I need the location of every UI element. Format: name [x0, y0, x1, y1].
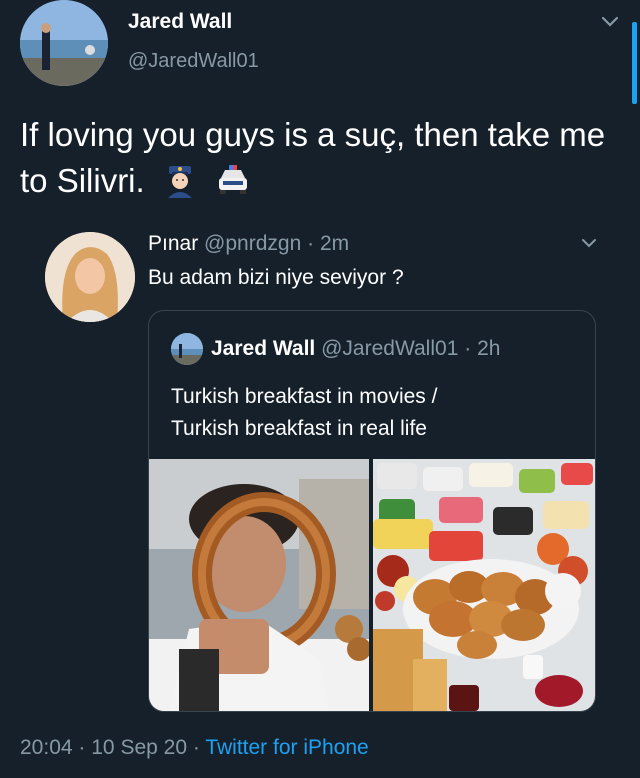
tweet-metadata: 20:04 · 10 Sep 20 · Twitter for iPhone — [20, 736, 369, 760]
tweet-time[interactable]: 20:04 — [20, 736, 73, 759]
quoted-text-line-1: Turkish breakfast in movies / — [171, 385, 438, 408]
separator-dot: · — [464, 337, 472, 360]
quoted-text-line-2: Turkish breakfast in real life — [171, 417, 427, 440]
quoted-tweet-card[interactable]: Jared Wall @JaredWall01 · 2h Turkish bre… — [148, 310, 596, 712]
chevron-down-icon[interactable] — [598, 10, 622, 34]
separator-dot: · — [192, 736, 200, 759]
chevron-down-icon[interactable] — [578, 232, 600, 254]
reply-time[interactable]: 2m — [320, 232, 349, 255]
author-avatar[interactable] — [20, 0, 108, 86]
separator-dot: · — [78, 736, 86, 759]
quoted-text: Turkish breakfast in movies / Turkish br… — [171, 381, 581, 445]
author-handle[interactable]: @JaredWall01 — [128, 50, 259, 73]
author-name[interactable]: Jared Wall — [128, 10, 232, 34]
separator-dot: · — [307, 232, 315, 255]
reply-avatar[interactable] — [45, 232, 135, 322]
quoted-author-handle[interactable]: @JaredWall01 — [321, 337, 458, 360]
photo-turkish-breakfast[interactable] — [373, 459, 595, 711]
reply-author-handle[interactable]: @pnrdzgn — [204, 232, 301, 255]
scrollbar[interactable] — [632, 22, 637, 104]
quoted-author-avatar[interactable] — [171, 333, 203, 365]
police-car-icon — [215, 162, 251, 198]
tweet-text-content: If loving you guys is a suç, then take m… — [20, 116, 606, 199]
police-officer-icon — [162, 162, 198, 198]
reply-text: Bu adam bizi niye seviyor ? — [148, 266, 404, 289]
reply-header: Pınar @pnrdzgn · 2m — [148, 232, 349, 256]
tweet-date[interactable]: 10 Sep 20 — [91, 736, 187, 759]
quoted-header: Jared Wall @JaredWall01 · 2h — [211, 337, 500, 361]
reply-author-name[interactable]: Pınar — [148, 232, 198, 255]
photo-simit-seller[interactable] — [149, 459, 369, 711]
tweet-text: If loving you guys is a suç, then take m… — [20, 112, 620, 204]
tweet-source-link[interactable]: Twitter for iPhone — [205, 736, 368, 759]
quoted-author-name[interactable]: Jared Wall — [211, 337, 315, 360]
quoted-time[interactable]: 2h — [477, 337, 500, 360]
